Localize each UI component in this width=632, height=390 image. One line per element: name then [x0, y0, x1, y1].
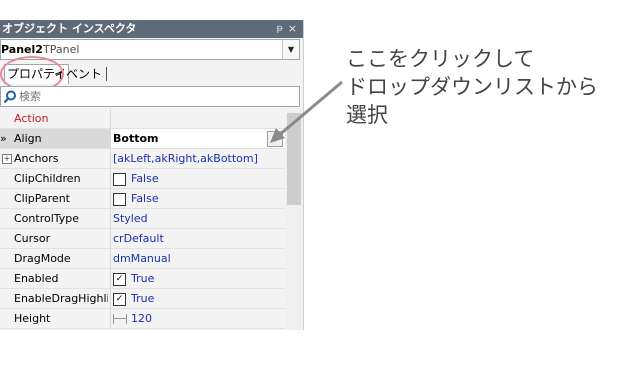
annotation-line: ドロップダウンリストから — [346, 75, 598, 99]
annotation-line: ここをクリックして — [346, 47, 535, 71]
annotation-text: ここをクリックして ドロップダウンリストから 選択 — [346, 45, 598, 129]
annotation-line: 選択 — [346, 103, 388, 127]
